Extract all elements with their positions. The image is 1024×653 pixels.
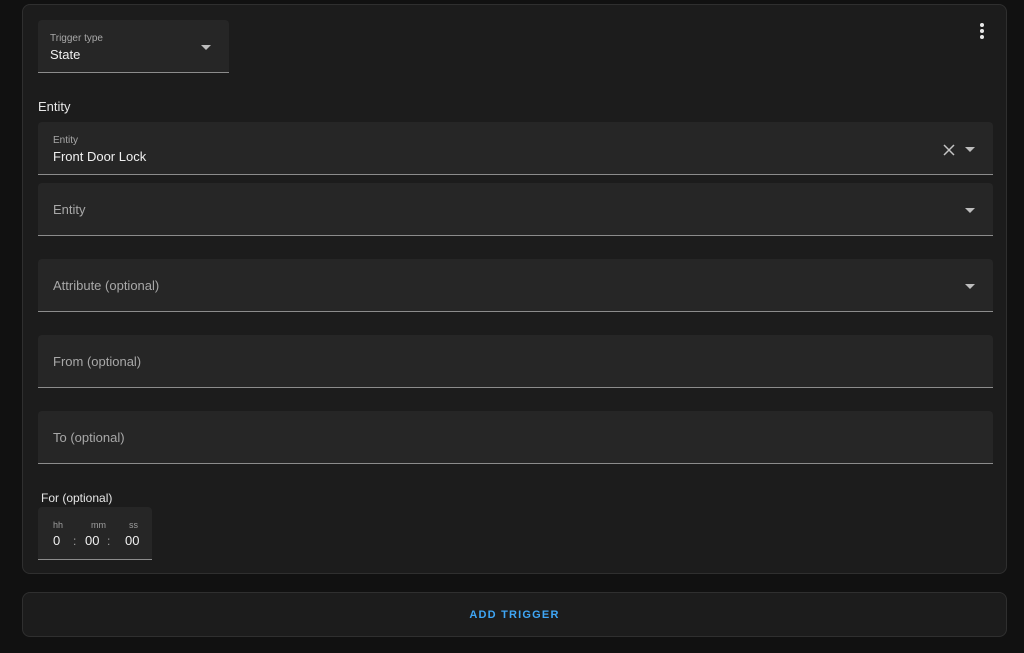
entity-select-label: Entity (53, 135, 79, 146)
chevron-down-icon (201, 45, 211, 50)
add-trigger-button[interactable]: ADD TRIGGER (22, 592, 1007, 637)
chevron-down-icon[interactable] (965, 147, 975, 152)
hours-input[interactable]: 0 (53, 533, 60, 548)
seconds-input[interactable]: 00 (125, 533, 139, 548)
minutes-input[interactable]: 00 (85, 533, 99, 548)
hours-label: hh (53, 520, 64, 530)
attribute-placeholder: Attribute (optional) (53, 278, 160, 293)
seconds-label: ss (129, 520, 138, 530)
entity-select[interactable]: Entity Front Door Lock (38, 122, 993, 175)
trigger-type-value: State (50, 47, 81, 62)
close-icon[interactable] (942, 143, 956, 157)
duration-input[interactable]: hh mm ss 0 : 00 : 00 (38, 507, 152, 560)
trigger-type-select[interactable]: Trigger type State (38, 20, 229, 73)
to-placeholder: To (optional) (53, 430, 125, 445)
chevron-down-icon[interactable] (965, 208, 975, 213)
trigger-type-label: Trigger type (50, 33, 103, 44)
dots-vertical-icon[interactable] (973, 23, 991, 43)
entity-section-label: Entity (38, 99, 71, 114)
from-input[interactable]: From (optional) (38, 335, 993, 388)
trigger-card: Trigger type State Entity Entity Front D… (22, 4, 1007, 574)
entity-select-value: Front Door Lock (53, 149, 147, 164)
add-trigger-label: ADD TRIGGER (469, 608, 560, 621)
to-input[interactable]: To (optional) (38, 411, 993, 464)
chevron-down-icon[interactable] (965, 284, 975, 289)
time-separator: : (107, 534, 111, 548)
entity-add-select[interactable]: Entity (38, 183, 993, 236)
time-separator: : (73, 534, 77, 548)
minutes-label: mm (91, 520, 106, 530)
from-placeholder: From (optional) (53, 354, 142, 369)
attribute-select[interactable]: Attribute (optional) (38, 259, 993, 312)
entity-add-placeholder: Entity (53, 202, 86, 217)
for-label: For (optional) (41, 491, 113, 505)
